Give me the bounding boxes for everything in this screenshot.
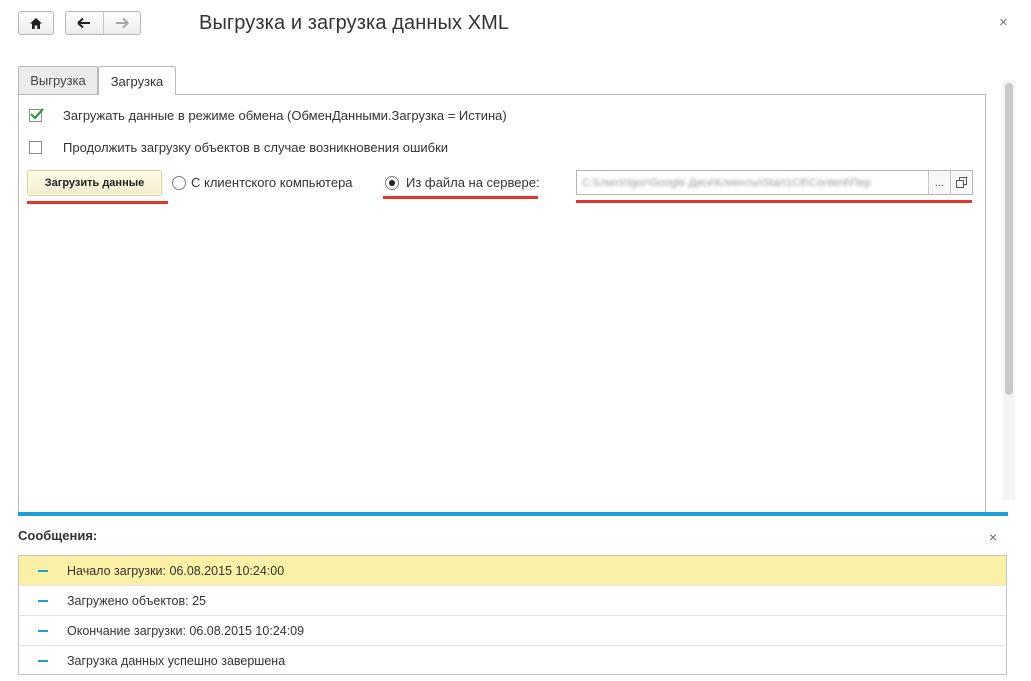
highlight-underline: [27, 201, 168, 204]
tab-export[interactable]: Выгрузка: [18, 66, 98, 94]
open-copy-icon: [956, 177, 967, 188]
forward-button[interactable]: [102, 12, 141, 34]
highlight-underline: [576, 200, 972, 203]
home-button[interactable]: [18, 11, 54, 35]
message-item[interactable]: Начало загрузки: 06.08.2015 10:24:00: [19, 556, 1006, 586]
dash-icon: [38, 570, 48, 572]
message-item[interactable]: Загрузка данных успешно завершена: [19, 646, 1006, 676]
message-text: Загрузка данных успешно завершена: [67, 654, 286, 668]
checkmark-icon: [30, 108, 44, 120]
exchange-mode-label: Загружать данные в режиме обмена (ОбменД…: [63, 108, 507, 123]
message-item[interactable]: Окончание загрузки: 06.08.2015 10:24:09: [19, 616, 1006, 646]
arrow-right-icon: [115, 17, 129, 29]
highlight-underline: [383, 196, 538, 199]
load-data-button[interactable]: Загрузить данные: [27, 170, 162, 196]
client-computer-label: С клиентского компьютера: [191, 175, 353, 190]
exchange-mode-checkbox[interactable]: [29, 108, 44, 122]
messages-list: Начало загрузки: 06.08.2015 10:24:00 Заг…: [18, 555, 1007, 675]
server-file-path-field[interactable]: C:\Users\Igor\Google Диск\Клиенты\Start1…: [576, 170, 973, 195]
dash-icon: [38, 600, 48, 602]
server-file-label: Из файла на сервере:: [406, 175, 540, 190]
messages-close-icon[interactable]: ×: [989, 529, 997, 545]
arrow-left-icon: [77, 17, 91, 29]
import-panel: [18, 94, 986, 512]
message-text: Начало загрузки: 06.08.2015 10:24:00: [67, 564, 285, 578]
server-file-radio[interactable]: [385, 176, 399, 190]
tab-import[interactable]: Загрузка: [98, 66, 176, 95]
browse-button[interactable]: ...: [928, 171, 950, 194]
close-icon[interactable]: ×: [999, 14, 1008, 31]
back-button[interactable]: [66, 12, 103, 34]
continue-on-error-label: Продолжить загрузку объектов в случае во…: [63, 140, 449, 155]
dash-icon: [38, 630, 48, 632]
navigation-buttons: [65, 11, 141, 35]
message-item[interactable]: Загружено объектов: 25: [19, 586, 1006, 616]
continue-on-error-checkbox[interactable]: [29, 141, 42, 154]
scrollbar-thumb[interactable]: [1005, 83, 1013, 395]
page-title: Выгрузка и загрузка данных XML: [199, 12, 510, 34]
messages-separator[interactable]: [18, 512, 1008, 516]
dash-icon: [38, 660, 48, 662]
client-computer-radio[interactable]: [172, 176, 186, 190]
message-text: Окончание загрузки: 06.08.2015 10:24:09: [67, 624, 305, 638]
message-text: Загружено объектов: 25: [67, 594, 207, 608]
server-file-path-value[interactable]: C:\Users\Igor\Google Диск\Клиенты\Start1…: [577, 171, 928, 194]
open-button[interactable]: [950, 171, 972, 194]
home-icon: [30, 17, 42, 29]
messages-title: Сообщения:: [18, 528, 98, 543]
